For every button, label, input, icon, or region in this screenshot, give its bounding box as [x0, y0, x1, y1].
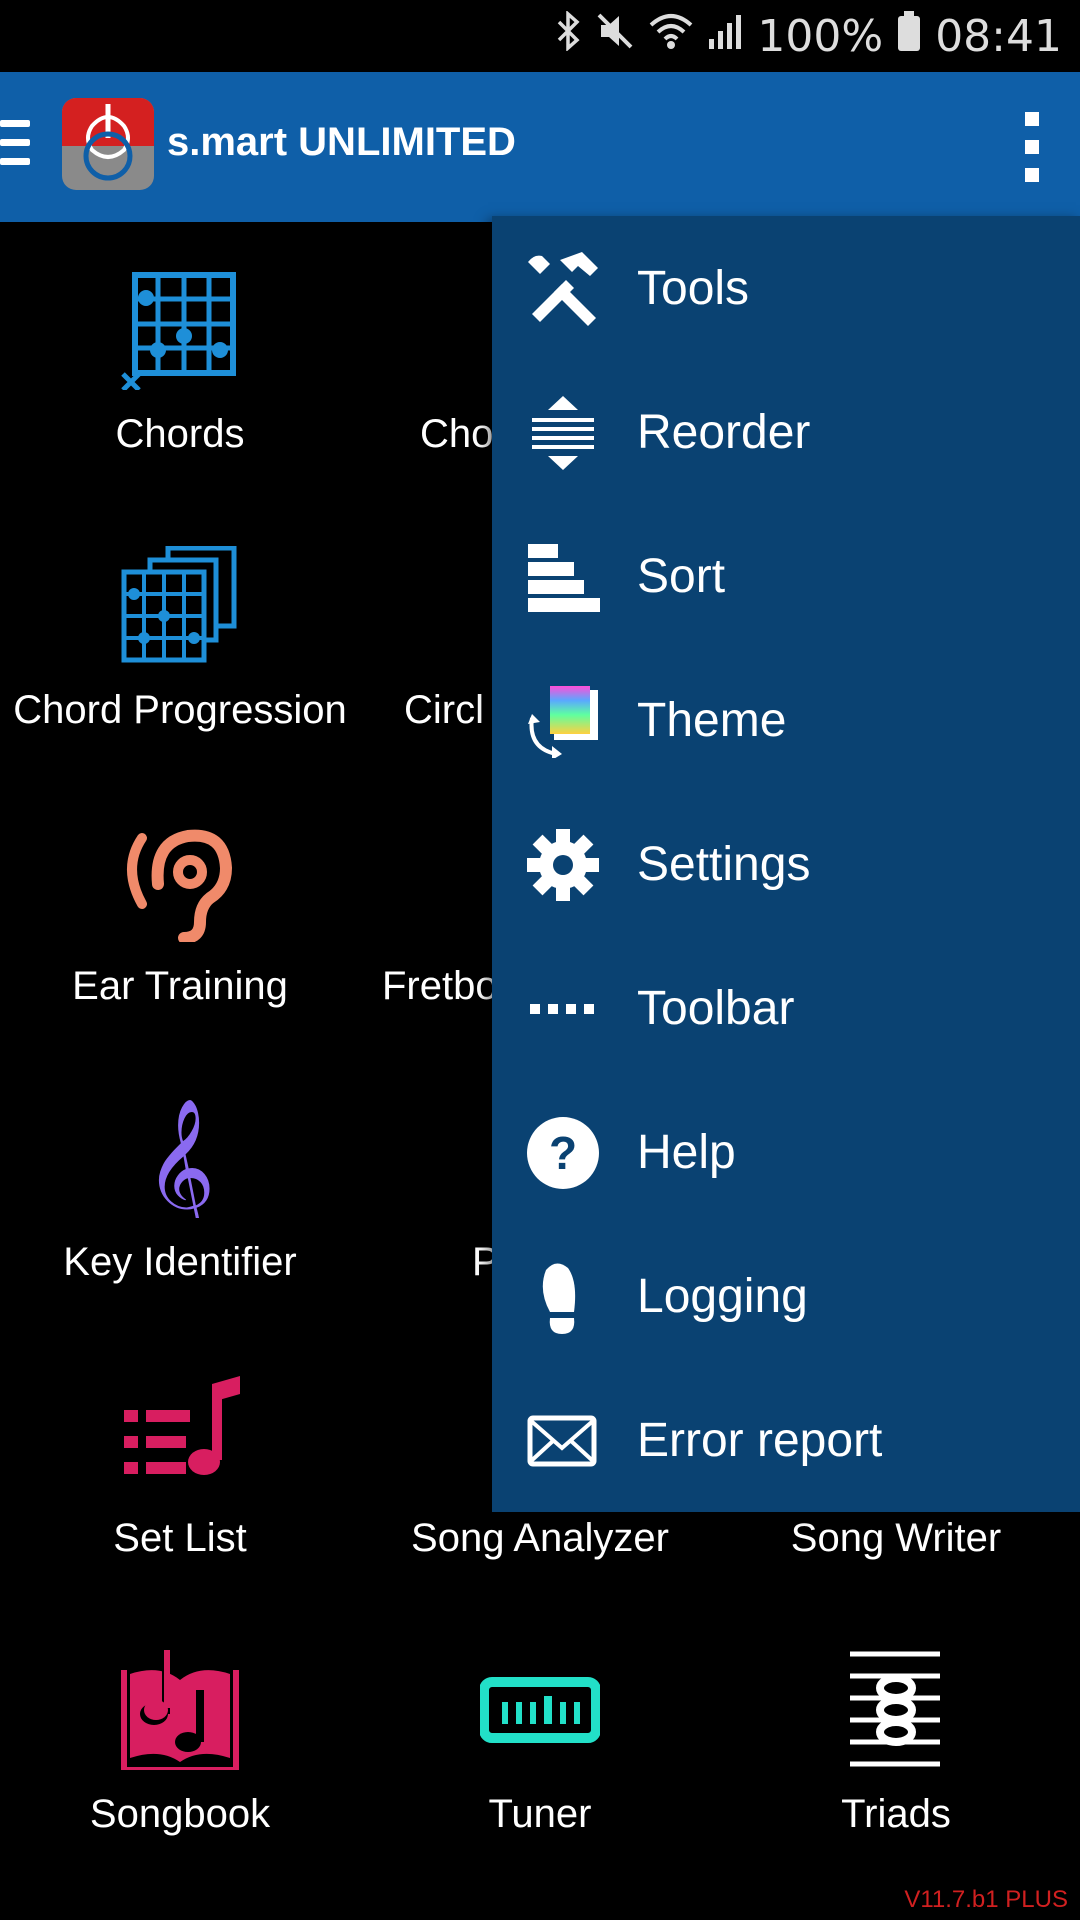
gear-icon [526, 828, 600, 902]
tile-set-list[interactable]: Set List [0, 1326, 360, 1602]
app-bar: s.mart UNLIMITED [0, 72, 1080, 222]
app-logo [62, 98, 154, 190]
tile-label: Songbook [89, 1792, 271, 1836]
overflow-menu: Tools Reorder Sort Theme Settings Toolba… [492, 216, 1080, 1512]
version-label: V11.7.b1 PLUS [904, 1886, 1068, 1913]
menu-item-label: Settings [637, 838, 811, 891]
set-list-icon [120, 1374, 240, 1494]
tile-ear-training[interactable]: Ear Training [0, 774, 360, 1050]
menu-item-tools[interactable]: Tools [492, 216, 1080, 360]
menu-item-error-report[interactable]: Error report [492, 1368, 1080, 1512]
tile-key-identifier[interactable]: 𝄞 Key Identifier [0, 1050, 360, 1326]
tile-label: Chords [115, 412, 245, 456]
battery-icon [897, 10, 921, 63]
bluetooth-icon [555, 9, 581, 62]
svg-text:𝄞: 𝄞 [145, 1098, 216, 1218]
tile-chords[interactable]: Chords [0, 222, 360, 498]
menu-item-settings[interactable]: Settings [492, 792, 1080, 936]
tools-icon [526, 252, 600, 326]
app-title: s.mart UNLIMITED [167, 120, 516, 164]
wifi-icon [649, 11, 693, 62]
tile-label: Set List [113, 1516, 247, 1560]
tile-chord-progression[interactable]: Chord Progression [0, 498, 360, 774]
tile-songbook[interactable]: Songbook [0, 1602, 360, 1878]
tile-label: Fretbo [382, 964, 498, 1008]
treble-clef-icon: 𝄞 [120, 1098, 240, 1243]
ear-icon [120, 822, 240, 944]
menu-item-label: Help [637, 1126, 736, 1179]
menu-item-toolbar[interactable]: Toolbar [492, 936, 1080, 1080]
footprint-icon [526, 1260, 600, 1334]
tile-label: Song Analyzer [411, 1516, 669, 1560]
mute-icon [595, 11, 635, 62]
signal-icon [707, 11, 743, 62]
help-icon: ? [526, 1116, 600, 1190]
reorder-icon [526, 396, 600, 470]
tile-label: Ear Training [72, 964, 288, 1008]
sort-icon [526, 540, 600, 614]
menu-item-help[interactable]: ? Help [492, 1080, 1080, 1224]
menu-item-label: Tools [637, 262, 750, 315]
tile-label: Triads [841, 1792, 951, 1836]
hamburger-menu-icon[interactable] [0, 120, 30, 170]
menu-item-label: Sort [637, 550, 726, 603]
chord-grid-icon [120, 270, 240, 392]
menu-item-label: Reorder [637, 406, 811, 459]
tile-label: Key Identifier [63, 1240, 297, 1284]
menu-item-reorder[interactable]: Reorder [492, 360, 1080, 504]
triads-icon [840, 1650, 960, 1770]
clock: 08:41 [935, 10, 1062, 62]
svg-text:?: ? [549, 1127, 577, 1179]
tile-label: Cho [420, 412, 494, 456]
menu-item-logging[interactable]: Logging [492, 1224, 1080, 1368]
tile-label: Chord Progression [13, 688, 347, 732]
status-bar: 100% 08:41 [0, 0, 1080, 72]
tile-label: Song Writer [790, 1516, 1002, 1560]
tile-triads[interactable]: Triads [720, 1602, 1080, 1878]
songbook-icon [120, 1650, 240, 1773]
theme-icon [526, 684, 600, 760]
menu-item-label: Logging [637, 1270, 808, 1323]
tuner-icon [479, 1650, 601, 1770]
toolbar-dots-icon [526, 972, 600, 1046]
chord-progression-icon [120, 545, 240, 666]
menu-item-label: Toolbar [637, 982, 795, 1035]
menu-item-sort[interactable]: Sort [492, 504, 1080, 648]
battery-percent: 100% [757, 10, 884, 62]
tile-tuner[interactable]: Tuner [360, 1602, 720, 1878]
tile-label: Tuner [488, 1792, 592, 1836]
menu-item-theme[interactable]: Theme [492, 648, 1080, 792]
envelope-icon [526, 1404, 600, 1478]
menu-item-label: Error report [637, 1414, 883, 1467]
menu-item-label: Theme [637, 694, 787, 747]
tile-label: Circl [404, 688, 484, 732]
overflow-menu-icon[interactable] [1022, 112, 1042, 182]
